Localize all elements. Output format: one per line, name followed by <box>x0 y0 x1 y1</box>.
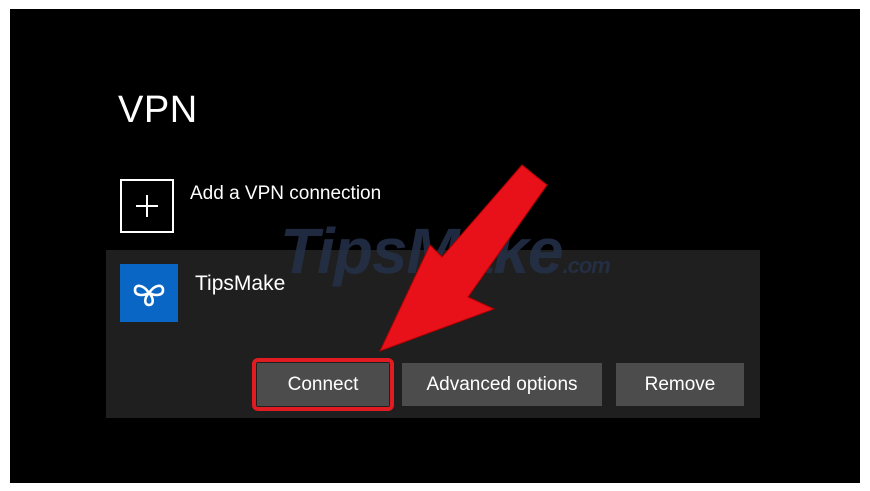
settings-screen: VPN Add a VPN connection TipsMake Connec… <box>10 9 860 483</box>
connect-button[interactable]: Connect <box>257 363 389 406</box>
vpn-connection-item[interactable]: TipsMake Connect Advanced options Remove <box>106 250 760 418</box>
add-vpn-connection-label: Add a VPN connection <box>190 183 382 204</box>
plus-icon <box>120 179 174 233</box>
vpn-connection-name: TipsMake <box>195 272 286 295</box>
page-title: VPN <box>118 89 198 131</box>
add-vpn-connection-button[interactable]: Add a VPN connection <box>120 179 381 233</box>
vpn-network-icon <box>120 264 178 322</box>
advanced-options-button[interactable]: Advanced options <box>402 363 602 406</box>
remove-button[interactable]: Remove <box>616 363 744 406</box>
